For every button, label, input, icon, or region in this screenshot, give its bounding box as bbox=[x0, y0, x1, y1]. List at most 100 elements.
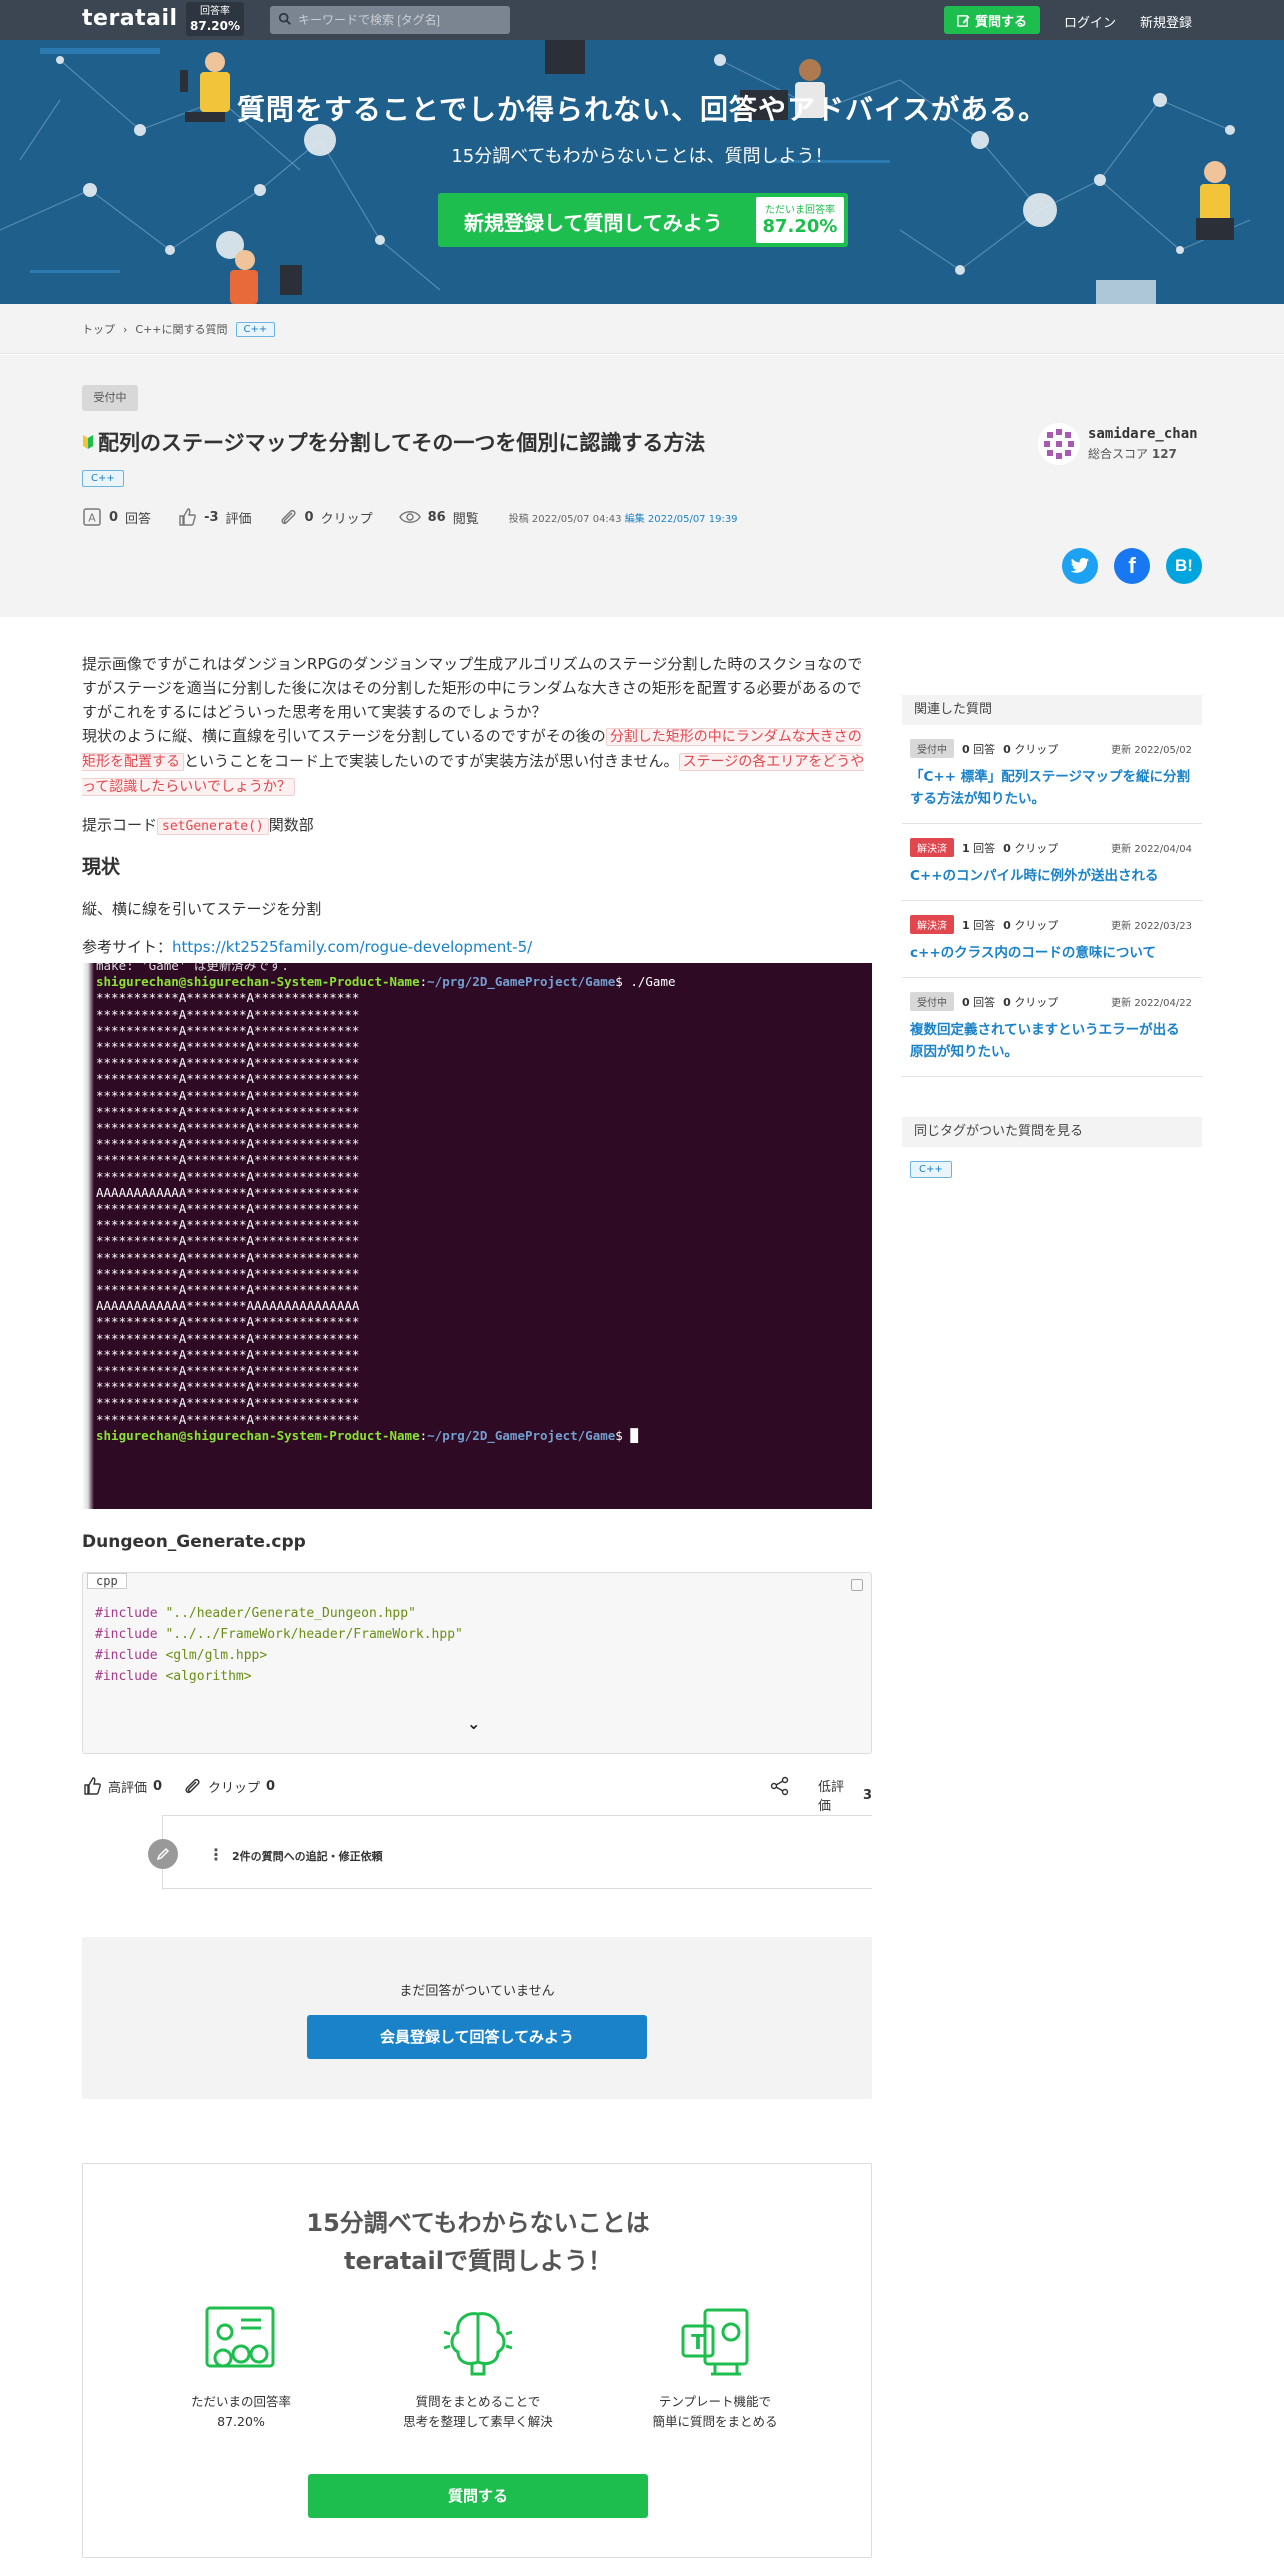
downvote-count: 3 bbox=[862, 1787, 872, 1803]
breadcrumb: トップ › C++に関する質問 C++ bbox=[0, 304, 1284, 354]
comments-label: 2件の質問への追記・修正依頼 bbox=[232, 1850, 383, 1863]
hatena-share-button[interactable]: B! bbox=[1166, 548, 1202, 584]
terminal-line: ***********A********A************** bbox=[96, 1249, 360, 1265]
code-content: #include "../header/Generate_Dungeon.hpp… bbox=[95, 1603, 463, 1687]
sidebar-tag[interactable]: C++ bbox=[910, 1161, 952, 1178]
related-answers: 0 回答 bbox=[962, 994, 995, 1010]
related-question-item[interactable]: 受付中 0 回答 0 クリップ 更新 2022/05/02 「C++ 標準」配列ステージ… bbox=[902, 725, 1202, 824]
breadcrumb-top[interactable]: トップ bbox=[82, 321, 115, 337]
terminal-line: ***********A********A************** bbox=[96, 1314, 360, 1330]
site-header: teratail 回答率 87.20% 質問する ログイン 新規登録 bbox=[0, 0, 1284, 40]
brain-icon bbox=[443, 2312, 513, 2376]
comment-thread: ⋮ 2件の質問への追記・修正依頼 bbox=[148, 1815, 872, 1890]
promo-title-line-1: 15分調べてもわからないことは bbox=[306, 2209, 650, 2237]
share-buttons: f B! bbox=[1062, 548, 1202, 584]
related-answers: 0 回答 bbox=[962, 741, 995, 757]
facebook-share-button[interactable]: f bbox=[1114, 548, 1150, 584]
upvote-button[interactable]: 高評価 0 bbox=[82, 1776, 162, 1796]
beginner-mark-icon bbox=[83, 435, 93, 449]
prompt-sep: : bbox=[419, 1427, 428, 1443]
related-clips: 0 クリップ bbox=[1003, 917, 1058, 933]
related-question-title[interactable]: C++のコンパイル時に例外が送出される bbox=[910, 865, 1192, 887]
related-updated: 更新 2022/03/23 bbox=[1111, 921, 1192, 932]
edited-date[interactable]: 2022/05/07 19:39 bbox=[648, 514, 738, 525]
breadcrumb-category[interactable]: C++に関する質問 bbox=[135, 321, 227, 337]
thumbs-up-icon bbox=[179, 508, 196, 526]
body-paragraph-2: 現状のように縦、横に直線を引いてステージを分割しているのですがその後の 分割した矩… bbox=[82, 724, 872, 799]
feature-3-line-1: テンプレート機能で bbox=[658, 2394, 772, 2409]
clip-button[interactable]: クリップ 0 bbox=[182, 1776, 275, 1796]
hero-signup-button[interactable]: 新規登録して質問してみよう ただいま回答率 87.20% bbox=[438, 193, 848, 247]
terminal-cursor: █ bbox=[630, 1427, 638, 1443]
downvote-button[interactable]: 低評価 3 bbox=[818, 1776, 872, 1814]
code-line: #include "../../FrameWork/header/FrameWo… bbox=[95, 1624, 463, 1645]
related-updated: 更新 2022/04/22 bbox=[1111, 998, 1192, 1009]
related-updated: 更新 2022/05/02 bbox=[1111, 745, 1192, 756]
expand-chevron-icon[interactable]: ⌄ bbox=[467, 1714, 480, 1733]
related-updated: 更新 2022/04/04 bbox=[1111, 844, 1192, 855]
terminal-line: ***********A********A************** bbox=[96, 1006, 360, 1022]
site-logo[interactable]: teratail bbox=[82, 6, 178, 31]
code-intro: 提示コード setGenerate() 関数部 bbox=[82, 813, 872, 839]
copy-icon[interactable] bbox=[851, 1579, 863, 1591]
promo-ask-button[interactable]: 質問する bbox=[308, 2474, 648, 2518]
feature-organize: 質問をまとめることで 思考を整理して素早く解決 bbox=[388, 2302, 568, 2432]
author-info[interactable]: samidare_chan 総合スコア 127 bbox=[1038, 423, 1198, 465]
related-question-title[interactable]: c++のクラス内のコードの意味について bbox=[910, 942, 1192, 964]
ask-question-button[interactable]: 質問する bbox=[944, 6, 1040, 34]
prompt-user: shigurechan@shigurechan-System-Product-N… bbox=[96, 974, 420, 990]
body-paragraph-2-a: 現状のように縦、横に直線を引いてステージを分割しているのですがその後の bbox=[82, 727, 606, 745]
terminal-line: ***********A********A************** bbox=[96, 1411, 360, 1427]
signup-to-answer-button[interactable]: 会員登録して回答してみよう bbox=[307, 2015, 647, 2059]
stat-answers: A 0 回答 bbox=[82, 507, 151, 527]
related-question-item[interactable]: 解決済 1 回答 0 クリップ 更新 2022/04/04 C++のコンパイル時に例外が… bbox=[902, 824, 1202, 901]
twitter-share-button[interactable] bbox=[1062, 548, 1098, 584]
related-question-title[interactable]: 複数回定義されていますというエラーが出る原因が知りたい。 bbox=[910, 1019, 1192, 1063]
related-answers-label: 回答 bbox=[973, 918, 996, 932]
terminal-line: ***********A********A************** bbox=[96, 1265, 360, 1281]
terminal-line: ***********A********A************** bbox=[96, 1022, 360, 1038]
author-name[interactable]: samidare_chan bbox=[1088, 426, 1198, 442]
search-input[interactable] bbox=[298, 10, 498, 30]
code-intro-prefix: 提示コード bbox=[82, 816, 158, 834]
section-heading: 現状 bbox=[82, 856, 121, 878]
breadcrumb-tag[interactable]: C++ bbox=[235, 321, 276, 337]
hero-badge-label: ただいま回答率 bbox=[765, 205, 835, 216]
code-block: cpp #include "../header/Generate_Dungeon… bbox=[82, 1572, 872, 1754]
related-question-item[interactable]: 解決済 1 回答 0 クリップ 更新 2022/03/23 c++のクラス内のコードの意… bbox=[902, 901, 1202, 978]
code-file-title: Dungeon_Generate.cpp bbox=[82, 1532, 306, 1552]
same-tag-title[interactable]: 同じタグがついた質問を見る bbox=[902, 1117, 1202, 1147]
code-argument: <algorithm> bbox=[165, 1669, 252, 1684]
related-question-title[interactable]: 「C++ 標準」配列ステージマップを縦に分割する方法が知りたい。 bbox=[910, 766, 1192, 810]
code-line: #include "../header/Generate_Dungeon.hpp… bbox=[95, 1603, 463, 1624]
related-answers-count: 1 bbox=[962, 918, 970, 932]
related-answers-count: 0 bbox=[962, 995, 970, 1009]
question-tag[interactable]: C++ bbox=[82, 470, 124, 487]
share-icon[interactable] bbox=[770, 1776, 790, 1796]
terminal-line: ***********A********A************** bbox=[96, 1152, 360, 1168]
related-question-item[interactable]: 受付中 0 回答 0 クリップ 更新 2022/04/22 複数回定義されていますという… bbox=[902, 978, 1202, 1077]
signup-link[interactable]: 新規登録 bbox=[1140, 12, 1192, 31]
terminal-line: ***********A********A************** bbox=[96, 1039, 360, 1055]
login-link[interactable]: ログイン bbox=[1064, 12, 1116, 31]
related-clips-count: 0 bbox=[1003, 841, 1011, 855]
terminal-line: AAAAAAAAAAAA********A************** bbox=[96, 1184, 360, 1200]
reference-link[interactable]: https://kt2525family.com/rogue-developme… bbox=[172, 938, 532, 956]
comments-toggle[interactable]: ⋮ 2件の質問への追記・修正依頼 bbox=[208, 1845, 383, 1864]
terminal-prompt-line: shigurechan@shigurechan-System-Product-N… bbox=[96, 1428, 676, 1444]
related-clips-label: クリップ bbox=[1014, 995, 1059, 1009]
terminal-line: ***********A********A************** bbox=[96, 1103, 360, 1119]
more-vertical-icon: ⋮ bbox=[208, 1845, 224, 1864]
author-score-label: 総合スコア bbox=[1088, 447, 1149, 461]
facebook-icon: f bbox=[1128, 553, 1136, 578]
edited-label[interactable]: 編集 bbox=[625, 514, 645, 525]
reference-line: 参考サイト：https://kt2525family.com/rogue-dev… bbox=[82, 935, 872, 959]
body-paragraph-1: 提示画像ですがこれはダンジョンRPGのダンジョンマップ生成アルゴリズムのステージ… bbox=[82, 655, 863, 721]
related-answers: 1 回答 bbox=[962, 840, 995, 856]
terminal-line: ***********A********A************** bbox=[96, 1217, 360, 1233]
code-line: #include <glm/glm.hpp> bbox=[95, 1645, 463, 1666]
stat-views: 86 閲覧 bbox=[398, 507, 479, 527]
avatar bbox=[1038, 423, 1080, 465]
answers-count: 0 bbox=[109, 509, 119, 525]
related-clips: 0 クリップ bbox=[1003, 994, 1058, 1010]
